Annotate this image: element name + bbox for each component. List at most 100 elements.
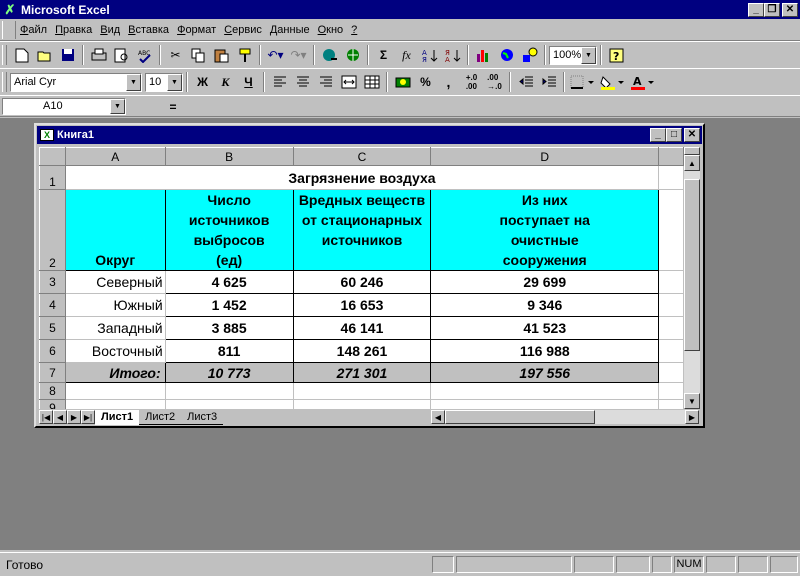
prev-sheet-icon[interactable]: ◀ <box>53 410 67 424</box>
cell-sources[interactable]: 3 885 <box>164 316 294 340</box>
save-icon[interactable] <box>56 44 79 66</box>
spreadsheet-grid[interactable]: A B C D 1 Загрязнение воздуха 2 Округ Чи… <box>39 147 684 409</box>
currency-icon[interactable] <box>391 71 414 93</box>
align-center-icon[interactable] <box>291 71 314 93</box>
header-treated[interactable]: Из них поступает на очистные сооружения <box>430 189 660 271</box>
first-sheet-icon[interactable]: |◀ <box>39 410 53 424</box>
scroll-right-arrow-icon[interactable]: ▶ <box>685 410 699 424</box>
row-header-6[interactable]: 6 <box>39 339 66 363</box>
formula-input[interactable] <box>186 98 798 115</box>
next-sheet-icon[interactable]: ▶ <box>67 410 81 424</box>
borders-icon[interactable] <box>568 71 598 93</box>
bold-button[interactable]: Ж <box>191 71 214 93</box>
menu-insert[interactable]: Вставка <box>124 22 173 38</box>
cell-treated[interactable]: 29 699 <box>430 270 660 294</box>
column-header-b[interactable]: B <box>164 147 294 166</box>
sheet-tab-1[interactable]: Лист1 <box>95 409 140 425</box>
menu-file[interactable]: Файл <box>16 22 51 38</box>
menu-format[interactable]: Формат <box>173 22 220 38</box>
web-toolbar-icon[interactable] <box>341 44 364 66</box>
total-sources[interactable]: 10 773 <box>164 362 294 383</box>
row-header-4[interactable]: 4 <box>39 293 66 317</box>
underline-button[interactable]: Ч <box>237 71 260 93</box>
decrease-indent-icon[interactable] <box>514 71 537 93</box>
merge-center-icon[interactable] <box>337 71 360 93</box>
function-icon[interactable]: fx <box>395 44 418 66</box>
office-assistant-icon[interactable]: ? <box>605 44 628 66</box>
sort-descending-icon[interactable]: ЯА <box>441 44 464 66</box>
comma-style-button[interactable]: , <box>437 71 460 93</box>
row-header-5[interactable]: 5 <box>39 316 66 340</box>
name-box[interactable]: A10 ▼ <box>2 98 126 115</box>
chevron-down-icon[interactable]: ▼ <box>167 73 182 91</box>
menu-data[interactable]: Данные <box>266 22 314 38</box>
cell-district[interactable]: Западный <box>65 316 166 340</box>
chevron-down-icon[interactable]: ▼ <box>110 99 125 114</box>
cell-substances[interactable]: 16 653 <box>292 293 432 317</box>
close-button[interactable]: ✕ <box>782 2 798 17</box>
select-all-corner[interactable] <box>39 147 66 166</box>
horizontal-scroll-thumb[interactable] <box>445 410 595 424</box>
print-icon[interactable] <box>87 44 110 66</box>
print-preview-icon[interactable] <box>110 44 133 66</box>
cell-substances[interactable]: 46 141 <box>292 316 432 340</box>
sheet-title-cell[interactable]: Загрязнение воздуха <box>65 165 660 190</box>
row-header-8[interactable]: 8 <box>39 382 66 400</box>
scroll-left-arrow-icon[interactable]: ◀ <box>431 410 445 424</box>
column-header-c[interactable]: C <box>292 147 432 166</box>
new-file-icon[interactable] <box>10 44 33 66</box>
chevron-down-icon[interactable]: ▼ <box>126 73 141 91</box>
chevron-down-icon[interactable]: ▼ <box>581 46 596 64</box>
cell-district[interactable]: Южный <box>65 293 166 317</box>
cell-substances[interactable]: 60 246 <box>292 270 432 294</box>
font-color-icon[interactable]: A <box>628 71 658 93</box>
increase-decimal-icon[interactable]: +.0.00 <box>460 71 483 93</box>
autosum-icon[interactable]: Σ <box>372 44 395 66</box>
split-handle[interactable] <box>684 147 700 155</box>
edit-formula-button[interactable]: = <box>163 99 183 115</box>
cell-district[interactable]: Восточный <box>65 339 166 363</box>
vertical-scrollbar[interactable]: ▲ ▼ <box>684 147 700 409</box>
row-header-7[interactable]: 7 <box>39 362 66 383</box>
cell-substances[interactable]: 148 261 <box>292 339 432 363</box>
open-folder-icon[interactable] <box>33 44 56 66</box>
row-header-9[interactable]: 9 <box>39 399 66 409</box>
row-header-1[interactable]: 1 <box>39 165 66 190</box>
menu-help[interactable]: ? <box>347 22 361 38</box>
workbook-icon[interactable]: X <box>40 129 54 141</box>
cell-sources[interactable]: 811 <box>164 339 294 363</box>
header-sources[interactable]: Число источников выбросов (ед) <box>164 189 294 271</box>
cell-treated[interactable]: 9 346 <box>430 293 660 317</box>
cut-icon[interactable]: ✂ <box>164 44 187 66</box>
decrease-decimal-icon[interactable]: .00 →.0 <box>483 71 506 93</box>
total-label[interactable]: Итого: <box>64 362 166 383</box>
cell-district[interactable]: Северный <box>65 270 166 294</box>
copy-icon[interactable] <box>187 44 210 66</box>
cell-treated[interactable]: 116 988 <box>430 339 660 363</box>
menu-tools[interactable]: Сервис <box>220 22 266 38</box>
column-header-d[interactable]: D <box>430 147 660 166</box>
redo-icon[interactable]: ↷▾ <box>287 44 310 66</box>
last-sheet-icon[interactable]: ▶| <box>81 410 95 424</box>
total-treated[interactable]: 197 556 <box>430 362 660 383</box>
horizontal-scrollbar[interactable]: ◀ ▶ <box>431 410 699 424</box>
scroll-up-arrow-icon[interactable]: ▲ <box>684 155 700 171</box>
hyperlink-icon[interactable] <box>318 44 341 66</box>
map-icon[interactable] <box>495 44 518 66</box>
increase-indent-icon[interactable] <box>537 71 560 93</box>
menu-window[interactable]: Окно <box>314 22 348 38</box>
percent-button[interactable]: % <box>414 71 437 93</box>
zoom-select[interactable]: 100% ▼ <box>549 45 597 65</box>
workbook-maximize-button[interactable]: □ <box>666 128 682 142</box>
cell-sources[interactable]: 1 452 <box>164 293 294 317</box>
align-right-icon[interactable] <box>314 71 337 93</box>
paste-icon[interactable] <box>210 44 233 66</box>
sheet-tab-2[interactable]: Лист2 <box>139 410 182 425</box>
column-header-e[interactable] <box>658 147 684 166</box>
chart-wizard-icon[interactable] <box>472 44 495 66</box>
grid-icon[interactable] <box>360 71 383 93</box>
menu-view[interactable]: Вид <box>96 22 124 38</box>
menu-edit[interactable]: Правка <box>51 22 96 38</box>
vertical-scroll-thumb[interactable] <box>684 179 700 351</box>
italic-button[interactable]: К <box>214 71 237 93</box>
